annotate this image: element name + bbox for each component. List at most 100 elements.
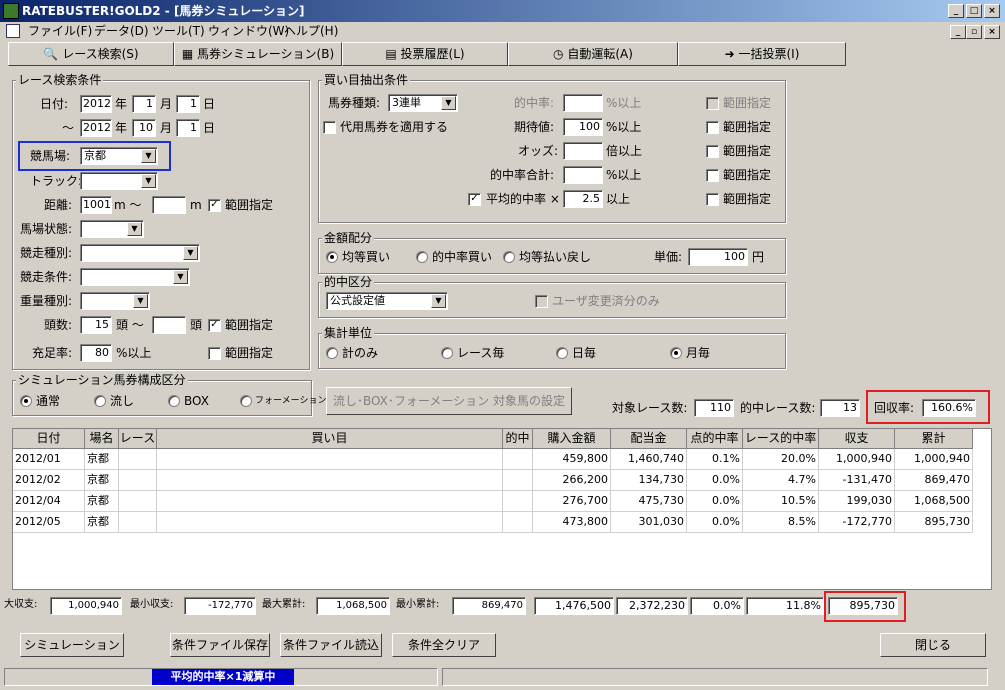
user-modified-checkbox[interactable]: [535, 295, 548, 308]
cell-date[interactable]: 2012/05: [13, 512, 85, 533]
cell-hit[interactable]: [503, 470, 533, 491]
odds-field[interactable]: [563, 142, 603, 160]
cell-balance[interactable]: -131,470: [819, 470, 895, 491]
menu-file[interactable]: ファイル(F): [28, 22, 92, 40]
from-year-field[interactable]: 2012: [80, 95, 112, 113]
sim-normal-radio[interactable]: [20, 395, 32, 407]
cell-race[interactable]: [119, 470, 157, 491]
track-select[interactable]: ▼: [80, 172, 158, 190]
race-condition-select[interactable]: ▼: [80, 268, 190, 286]
cell-point-hit[interactable]: 0.0%: [687, 512, 743, 533]
tab-batch-vote[interactable]: ➜ 一括投票(I): [678, 42, 846, 66]
cell-hit[interactable]: [503, 491, 533, 512]
mdi-child-icon[interactable]: [6, 24, 20, 38]
chevron-down-icon[interactable]: ▼: [127, 222, 142, 236]
cell-payout[interactable]: 301,030: [611, 512, 687, 533]
chevron-down-icon[interactable]: ▼: [141, 174, 156, 188]
cell-race-hit[interactable]: 4.7%: [743, 470, 819, 491]
cell-payout[interactable]: 1,460,740: [611, 449, 687, 470]
agg-day-radio[interactable]: [556, 347, 568, 359]
weight-type-select[interactable]: ▼: [80, 292, 150, 310]
alloc-hit-radio[interactable]: [416, 251, 428, 263]
exp-range-checkbox[interactable]: [706, 121, 719, 134]
fill-range-checkbox[interactable]: [208, 347, 221, 360]
sim-box-radio[interactable]: [168, 395, 180, 407]
col-header-cumulative[interactable]: 累計: [895, 429, 973, 449]
mdi-close-button[interactable]: ×: [984, 25, 1000, 39]
chevron-down-icon[interactable]: ▼: [173, 270, 188, 284]
load-conditions-button[interactable]: 条件ファイル読込: [280, 633, 382, 657]
menu-tools[interactable]: ツール(T): [152, 22, 205, 40]
cell-venue[interactable]: 京都: [85, 512, 119, 533]
maximize-button[interactable]: □: [966, 4, 982, 18]
cell-purchase[interactable]: 459,800: [533, 449, 611, 470]
cell-race[interactable]: [119, 449, 157, 470]
close-button[interactable]: 閉じる: [880, 633, 986, 657]
hit-sum-field[interactable]: [563, 166, 603, 184]
cell-buy[interactable]: [157, 449, 503, 470]
cell-purchase[interactable]: 266,200: [533, 470, 611, 491]
bet-type-select[interactable]: 3連単 ▼: [388, 94, 458, 112]
to-year-field[interactable]: 2012: [80, 119, 112, 137]
distance-range-checkbox[interactable]: ✓: [208, 199, 221, 212]
cell-point-hit[interactable]: 0.0%: [687, 491, 743, 512]
cell-payout[interactable]: 475,730: [611, 491, 687, 512]
cell-cumulative[interactable]: 895,730: [895, 512, 973, 533]
col-header-date[interactable]: 日付: [13, 429, 85, 449]
chevron-down-icon[interactable]: ▼: [141, 149, 156, 163]
tab-bet-simulation[interactable]: ▦ 馬券シミュレーション(B): [174, 42, 342, 66]
cell-purchase[interactable]: 473,800: [533, 512, 611, 533]
avg-range-checkbox[interactable]: [706, 193, 719, 206]
minimize-button[interactable]: _: [948, 4, 964, 18]
heads-to-field[interactable]: [152, 316, 186, 334]
avg-hit-field[interactable]: 2.5: [563, 190, 603, 208]
col-header-hit[interactable]: 的中: [503, 429, 533, 449]
cell-race[interactable]: [119, 491, 157, 512]
distance-to-field[interactable]: [152, 196, 186, 214]
tab-auto-run[interactable]: ◷ 自動運転(A): [508, 42, 678, 66]
col-header-venue[interactable]: 場名: [85, 429, 119, 449]
col-header-balance[interactable]: 収支: [819, 429, 895, 449]
menu-window[interactable]: ウィンドウ(W): [208, 22, 289, 40]
col-header-payout[interactable]: 配当金: [611, 429, 687, 449]
cell-venue[interactable]: 京都: [85, 470, 119, 491]
col-header-buy[interactable]: 買い目: [157, 429, 503, 449]
simulation-button[interactable]: シミュレーション: [20, 633, 124, 657]
from-day-field[interactable]: 1: [176, 95, 200, 113]
cell-buy[interactable]: [157, 470, 503, 491]
cell-point-hit[interactable]: 0.1%: [687, 449, 743, 470]
distance-from-field[interactable]: 1001: [80, 196, 112, 214]
heads-from-field[interactable]: 15: [80, 316, 112, 334]
cell-payout[interactable]: 134,730: [611, 470, 687, 491]
cell-cumulative[interactable]: 869,470: [895, 470, 973, 491]
expected-value-field[interactable]: 100: [563, 118, 603, 136]
cell-cumulative[interactable]: 1,000,940: [895, 449, 973, 470]
cell-cumulative[interactable]: 1,068,500: [895, 491, 973, 512]
cell-date[interactable]: 2012/02: [13, 470, 85, 491]
cell-balance[interactable]: 1,000,940: [819, 449, 895, 470]
cell-race-hit[interactable]: 8.5%: [743, 512, 819, 533]
avg-hit-checkbox[interactable]: ✓: [468, 193, 481, 206]
agg-total-radio[interactable]: [326, 347, 338, 359]
col-header-race-hit[interactable]: レース的中率: [743, 429, 819, 449]
chevron-down-icon[interactable]: ▼: [133, 294, 148, 308]
hitsum-range-checkbox[interactable]: [706, 169, 719, 182]
mdi-restore-button[interactable]: ▫: [966, 25, 982, 39]
cell-venue[interactable]: 京都: [85, 449, 119, 470]
track-condition-select[interactable]: ▼: [80, 220, 144, 238]
cell-race[interactable]: [119, 512, 157, 533]
col-header-race[interactable]: レース: [119, 429, 157, 449]
alloc-equal-radio[interactable]: [326, 251, 338, 263]
unit-price-field[interactable]: 100: [688, 248, 748, 266]
fill-rate-field[interactable]: 80: [80, 344, 112, 362]
setup-target-horses-button[interactable]: 流し･BOX･フォーメーション 対象馬の設定: [326, 387, 572, 415]
cell-race-hit[interactable]: 20.0%: [743, 449, 819, 470]
venue-select[interactable]: 京都 ▼: [80, 147, 158, 165]
odds-range-checkbox[interactable]: [706, 145, 719, 158]
cell-race-hit[interactable]: 10.5%: [743, 491, 819, 512]
hit-rate-field[interactable]: [563, 94, 603, 112]
cell-date[interactable]: 2012/01: [13, 449, 85, 470]
heads-range-checkbox[interactable]: ✓: [208, 319, 221, 332]
cell-point-hit[interactable]: 0.0%: [687, 470, 743, 491]
chevron-down-icon[interactable]: ▼: [441, 96, 456, 110]
